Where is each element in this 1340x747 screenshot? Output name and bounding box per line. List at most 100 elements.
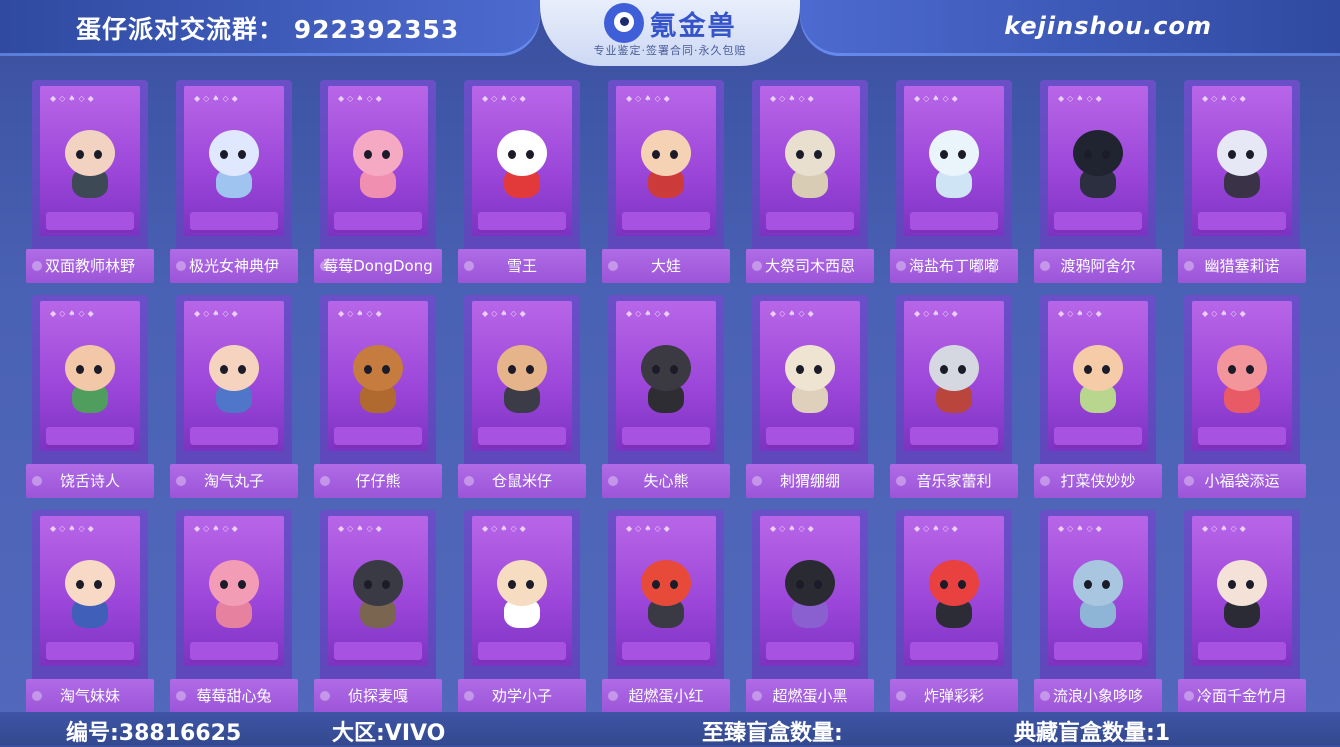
skin-card[interactable]: ◆◇♠◇◆ 饶舌诗人: [26, 295, 154, 498]
skin-card[interactable]: ◆◇♠◇◆ 打菜侠妙妙: [1034, 295, 1162, 498]
skin-card[interactable]: ◆◇♠◇◆ 超燃蛋小红: [602, 510, 730, 713]
character-figure-icon: [1068, 130, 1128, 204]
skin-card[interactable]: ◆◇♠◇◆ 流浪小象哆哆: [1034, 510, 1162, 713]
skin-card[interactable]: ◆◇♠◇◆ 雪王: [458, 80, 586, 283]
skin-card[interactable]: ◆◇♠◇◆ 失心熊: [602, 295, 730, 498]
card-label: 流浪小象哆哆: [1034, 679, 1162, 713]
spade-icon: [1184, 476, 1194, 486]
suit-dots-icon: ◆◇♠◇◆: [194, 309, 241, 318]
spade-icon: [1184, 261, 1194, 271]
skin-card[interactable]: ◆◇♠◇◆ 大娃: [602, 80, 730, 283]
display-pedestal: [46, 427, 134, 445]
skin-name: 音乐家蕾利: [916, 472, 992, 490]
skin-card[interactable]: ◆◇♠◇◆ 侦探麦嘎: [314, 510, 442, 713]
skin-card[interactable]: ◆◇♠◇◆ 莓莓DongDong: [314, 80, 442, 283]
spade-icon: [608, 476, 618, 486]
skin-name: 幽猎塞莉诺: [1204, 257, 1280, 275]
spade-icon: [176, 691, 186, 701]
premium-box-count: 至臻盲盒数量:: [702, 721, 843, 746]
header-left-banner: 蛋仔派对交流群： 922392353: [0, 0, 540, 56]
skin-card[interactable]: ◆◇♠◇◆ 莓莓甜心兔: [170, 510, 298, 713]
skin-card[interactable]: ◆◇♠◇◆ 渡鸦阿舍尔: [1034, 80, 1162, 283]
skin-card[interactable]: ◆◇♠◇◆ 刺猬绷绷: [746, 295, 874, 498]
card-label: 仔仔熊: [314, 464, 442, 498]
suit-dots-icon: ◆◇♠◇◆: [1058, 309, 1105, 318]
suit-dots-icon: ◆◇♠◇◆: [914, 94, 961, 103]
spade-icon: [1040, 691, 1050, 701]
skin-card[interactable]: ◆◇♠◇◆ 仓鼠米仔: [458, 295, 586, 498]
skin-card[interactable]: ◆◇♠◇◆ 仔仔熊: [314, 295, 442, 498]
suit-dots-icon: ◆◇♠◇◆: [626, 524, 673, 533]
collection-box-count: 典藏盲盒数量:1: [1014, 721, 1171, 746]
spade-icon: [320, 476, 330, 486]
skin-card[interactable]: ◆◇♠◇◆ 小福袋添运: [1178, 295, 1306, 498]
skin-name: 饶舌诗人: [59, 472, 120, 490]
suit-dots-icon: ◆◇♠◇◆: [770, 309, 817, 318]
suit-dots-icon: ◆◇♠◇◆: [50, 309, 97, 318]
card-label: 大祭司木西恩: [746, 249, 874, 283]
spade-icon: [896, 476, 906, 486]
character-figure-icon: [348, 345, 408, 419]
skin-name: 冷面千金竹月: [1196, 687, 1287, 705]
skin-card[interactable]: ◆◇♠◇◆ 极光女神典伊: [170, 80, 298, 283]
group-number-text: 蛋仔派对交流群： 922392353: [76, 15, 460, 44]
header-right-banner: kejinshou.com: [800, 0, 1340, 56]
skin-name: 大祭司木西恩: [764, 257, 855, 275]
skin-name: 雪王: [506, 257, 537, 275]
skin-card[interactable]: ◆◇♠◇◆ 劝学小子: [458, 510, 586, 713]
display-pedestal: [46, 642, 134, 660]
server-region: 大区:VIVO: [332, 721, 446, 746]
skin-card[interactable]: ◆◇♠◇◆ 双面教师林野: [26, 80, 154, 283]
suit-dots-icon: ◆◇♠◇◆: [1202, 94, 1249, 103]
display-pedestal: [478, 642, 566, 660]
suit-dots-icon: ◆◇♠◇◆: [626, 309, 673, 318]
spade-icon: [608, 261, 618, 271]
spade-icon: [32, 691, 42, 701]
skin-card[interactable]: ◆◇♠◇◆ 音乐家蕾利: [890, 295, 1018, 498]
display-pedestal: [478, 427, 566, 445]
character-figure-icon: [780, 560, 840, 634]
skin-name: 大娃: [650, 257, 681, 275]
card-label: 超燃蛋小黑: [746, 679, 874, 713]
skin-card[interactable]: ◆◇♠◇◆ 幽猎塞莉诺: [1178, 80, 1306, 283]
skin-name: 超燃蛋小黑: [772, 687, 848, 705]
skin-card[interactable]: ◆◇♠◇◆ 海盐布丁嘟嘟: [890, 80, 1018, 283]
display-pedestal: [766, 427, 854, 445]
suit-dots-icon: ◆◇♠◇◆: [770, 524, 817, 533]
spade-icon: [32, 261, 42, 271]
card-label: 莓莓DongDong: [314, 249, 442, 283]
character-figure-icon: [204, 130, 264, 204]
suit-dots-icon: ◆◇♠◇◆: [194, 94, 241, 103]
site-url[interactable]: kejinshou.com: [1004, 12, 1212, 40]
brand-slogan: 专业鉴定·签署合同·永久包赔: [593, 44, 747, 57]
skin-card[interactable]: ◆◇♠◇◆ 淘气妹妹: [26, 510, 154, 713]
skin-card[interactable]: ◆◇♠◇◆ 超燃蛋小黑: [746, 510, 874, 713]
spade-icon: [176, 261, 186, 271]
card-label: 双面教师林野: [26, 249, 154, 283]
card-label: 饶舌诗人: [26, 464, 154, 498]
skin-name: 莓莓DongDong: [323, 257, 433, 275]
display-pedestal: [190, 427, 278, 445]
suit-dots-icon: ◆◇♠◇◆: [482, 524, 529, 533]
skin-name: 淘气丸子: [203, 472, 264, 490]
display-pedestal: [766, 212, 854, 230]
skin-name: 侦探麦嘎: [347, 687, 408, 705]
skin-card[interactable]: ◆◇♠◇◆ 大祭司木西恩: [746, 80, 874, 283]
character-figure-icon: [780, 345, 840, 419]
suit-dots-icon: ◆◇♠◇◆: [338, 309, 385, 318]
skin-grid: ◆◇♠◇◆ 双面教师林野 ◆◇♠◇◆ 极光女神典伊 ◆◇♠◇◆ 莓莓DongDo…: [26, 80, 1306, 713]
spade-icon: [1040, 261, 1050, 271]
suit-dots-icon: ◆◇♠◇◆: [1202, 309, 1249, 318]
skin-card[interactable]: ◆◇♠◇◆ 淘气丸子: [170, 295, 298, 498]
suit-dots-icon: ◆◇♠◇◆: [1058, 94, 1105, 103]
display-pedestal: [1054, 212, 1142, 230]
brand-name: 氪金兽: [649, 10, 737, 42]
card-label: 渡鸦阿舍尔: [1034, 249, 1162, 283]
display-pedestal: [1054, 642, 1142, 660]
skin-card[interactable]: ◆◇♠◇◆ 炸弹彩彩: [890, 510, 1018, 713]
skin-card[interactable]: ◆◇♠◇◆ 冷面千金竹月: [1178, 510, 1306, 713]
spade-icon: [896, 691, 906, 701]
card-label: 淘气妹妹: [26, 679, 154, 713]
display-pedestal: [46, 212, 134, 230]
suit-dots-icon: ◆◇♠◇◆: [482, 309, 529, 318]
